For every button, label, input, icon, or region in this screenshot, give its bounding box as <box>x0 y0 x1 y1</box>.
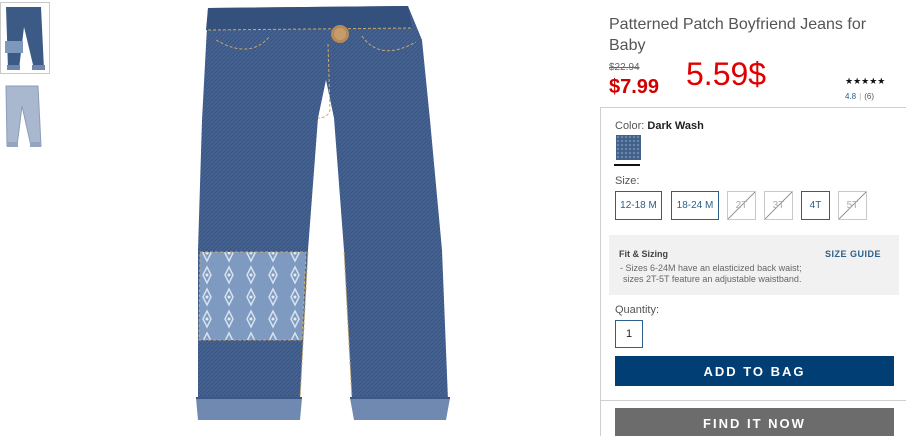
add-to-bag-button[interactable]: ADD TO BAG <box>615 356 894 386</box>
size-guide-link[interactable]: SIZE GUIDE <box>825 249 881 259</box>
size-option-3t[interactable]: 3T <box>764 191 793 220</box>
selected-swatch-indicator <box>614 164 640 166</box>
rating-value: 4.8 <box>845 92 857 101</box>
fit-sizing-title: Fit & Sizing <box>619 249 668 259</box>
thumbnail-dark-wash[interactable] <box>0 2 50 74</box>
size-option-label: 4T <box>809 200 822 211</box>
fit-note-line-1: - Sizes 6-24M have an elasticized back w… <box>620 263 802 273</box>
product-image <box>130 0 550 436</box>
fit-sizing-box: Fit & Sizing SIZE GUIDE - Sizes 6-24M ha… <box>609 235 899 295</box>
size-option-2t[interactable]: 2T <box>727 191 756 220</box>
divider <box>601 400 906 401</box>
review-count: (6) <box>864 92 874 101</box>
size-option-label: 3T <box>772 200 785 211</box>
size-label: Size: <box>615 175 640 187</box>
product-options-panel: Color: Dark Wash Size: 12-18 M 18-24 M 2… <box>600 107 906 436</box>
size-option-label: 18-24 M <box>676 200 714 211</box>
quantity-label: Quantity: <box>615 304 660 316</box>
size-option-label: 2T <box>735 200 748 211</box>
fit-note-line-2: sizes 2T-5T feature an adjustable waistb… <box>623 274 802 284</box>
jeans-thumbnail-image <box>0 82 50 154</box>
thumbnail-light-wash[interactable] <box>0 82 50 154</box>
product-title: Patterned Patch Boyfriend Jeans for Baby <box>609 16 867 54</box>
jeans-thumbnail-image <box>1 3 49 73</box>
annotated-price: 5.59$ <box>686 56 767 92</box>
find-it-now-button[interactable]: FIND IT NOW <box>615 408 894 436</box>
original-price: $22.94 <box>609 62 640 73</box>
size-option-4t[interactable]: 4T <box>801 191 830 220</box>
color-label-text: Color: <box>615 120 645 132</box>
size-option-5t[interactable]: 5T <box>838 191 867 220</box>
rating-separator: | <box>859 92 862 101</box>
color-label: Color: Dark Wash <box>615 120 704 132</box>
size-option-label: 12-18 M <box>620 200 657 211</box>
color-swatch-dark-wash[interactable] <box>616 135 641 160</box>
quantity-input[interactable]: 1 <box>615 320 643 348</box>
star-rating-icon[interactable]: ★★★★★ <box>845 76 885 87</box>
size-option-18-24m[interactable]: 18-24 M <box>671 191 719 220</box>
size-option-12-18m[interactable]: 12-18 M <box>615 191 662 220</box>
rating-summary[interactable]: 4.8 | (6) <box>845 92 874 101</box>
sale-price: $7.99 <box>609 76 660 98</box>
color-value: Dark Wash <box>647 120 704 132</box>
size-option-label: 5T <box>846 200 859 211</box>
